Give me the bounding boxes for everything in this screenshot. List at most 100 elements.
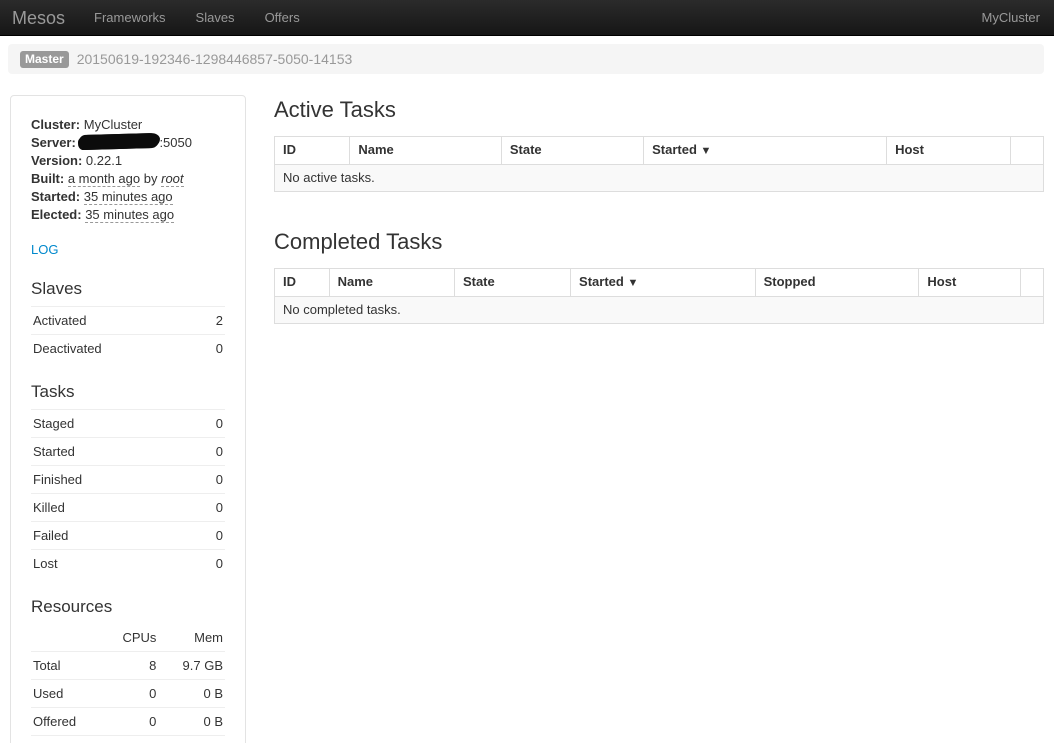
info-cluster-label: Cluster: [31, 117, 80, 132]
info-version-label: Version: [31, 153, 82, 168]
table-row: Deactivated 0 [31, 335, 225, 363]
main-content: Active Tasks ID Name State Started ▼ Hos… [274, 95, 1044, 324]
info-started-label: Started: [31, 189, 80, 204]
slaves-table: Activated 2 Deactivated 0 [31, 306, 225, 362]
info-started: Started: 35 minutes ago [31, 188, 225, 206]
table-header-row: ID Name State Started ▼ Stopped Host [275, 269, 1044, 297]
table-row: No active tasks. [275, 165, 1044, 192]
resources-total-mem: 9.7 GB [158, 652, 225, 680]
navbar: Mesos Frameworks Slaves Offers MyCluster [0, 0, 1054, 36]
resources-col-mem: Mem [158, 624, 225, 652]
table-row: Idle 8 9.7 GB [31, 736, 225, 743]
active-tasks-table: ID Name State Started ▼ Host No active t… [274, 136, 1044, 192]
breadcrumb: Master 20150619-192346-1298446857-5050-1… [8, 44, 1044, 74]
active-col-started-label: Started [652, 142, 697, 157]
active-col-name[interactable]: Name [350, 137, 501, 165]
master-badge: Master [20, 51, 69, 68]
resources-offered-label: Offered [31, 708, 102, 736]
info-version-value: 0.22.1 [86, 153, 122, 168]
info-cluster-value: MyCluster [84, 117, 143, 132]
slaves-activated-value: 2 [199, 307, 225, 335]
active-col-id[interactable]: ID [275, 137, 350, 165]
table-row: Lost 0 [31, 550, 225, 578]
info-version: Version: 0.22.1 [31, 152, 225, 170]
resources-col-cpus: CPUs [102, 624, 159, 652]
active-col-host[interactable]: Host [887, 137, 1011, 165]
completed-col-id[interactable]: ID [275, 269, 330, 297]
info-server-port: :5050 [159, 135, 192, 150]
table-row: Failed 0 [31, 522, 225, 550]
completed-col-stopped[interactable]: Stopped [755, 269, 919, 297]
resources-idle-label: Idle [31, 736, 102, 743]
resources-total-cpus: 8 [102, 652, 159, 680]
tasks-started-label: Started [31, 438, 191, 466]
tasks-started-value: 0 [191, 438, 225, 466]
info-cluster: Cluster: MyCluster [31, 116, 225, 134]
cluster-info: Cluster: MyCluster Server: :5050 Version… [31, 116, 225, 224]
page-container: Master 20150619-192346-1298446857-5050-1… [8, 44, 1044, 743]
slaves-heading: Slaves [31, 278, 225, 300]
table-row: CPUs Mem [31, 624, 225, 652]
info-started-value: 35 minutes ago [84, 189, 173, 205]
active-tasks-heading: Active Tasks [274, 96, 1044, 124]
server-address-redaction [79, 133, 159, 150]
info-built-label: Built: [31, 171, 64, 186]
tasks-staged-value: 0 [191, 410, 225, 438]
completed-col-name[interactable]: Name [329, 269, 454, 297]
completed-col-host[interactable]: Host [919, 269, 1021, 297]
resources-heading: Resources [31, 596, 225, 618]
resources-col-spacer [31, 624, 102, 652]
log-link[interactable]: LOG [31, 241, 58, 259]
info-elected: Elected: 35 minutes ago [31, 206, 225, 224]
active-tasks-section: Active Tasks ID Name State Started ▼ Hos… [274, 96, 1044, 192]
nav-item-slaves[interactable]: Slaves [181, 0, 250, 36]
info-elected-value: 35 minutes ago [85, 207, 174, 223]
completed-col-started-label: Started [579, 274, 624, 289]
info-server-label: Server: [31, 135, 76, 150]
slaves-deactivated-label: Deactivated [31, 335, 199, 363]
tasks-failed-label: Failed [31, 522, 191, 550]
table-row: Offered 0 0 B [31, 708, 225, 736]
tasks-heading: Tasks [31, 381, 225, 403]
tasks-finished-label: Finished [31, 466, 191, 494]
resources-used-mem: 0 B [158, 680, 225, 708]
tasks-failed-value: 0 [191, 522, 225, 550]
nav-item-offers[interactable]: Offers [250, 0, 315, 36]
sort-desc-icon: ▼ [701, 145, 712, 157]
table-row: Killed 0 [31, 494, 225, 522]
completed-tasks-section: Completed Tasks ID Name State Started ▼ … [274, 228, 1044, 324]
active-tasks-empty-message: No active tasks. [275, 165, 1044, 192]
navbar-cluster-name: MyCluster [981, 9, 1054, 27]
completed-tasks-empty-message: No completed tasks. [275, 297, 1044, 324]
table-row: Staged 0 [31, 410, 225, 438]
resources-offered-mem: 0 B [158, 708, 225, 736]
nav-item-frameworks[interactable]: Frameworks [79, 0, 181, 36]
brand-mesos-link[interactable]: Mesos [0, 9, 79, 27]
table-row: Started 0 [31, 438, 225, 466]
completed-tasks-table: ID Name State Started ▼ Stopped Host No … [274, 268, 1044, 324]
tasks-table: Staged 0 Started 0 Finished 0 Killed 0 [31, 409, 225, 577]
info-elected-label: Elected: [31, 207, 82, 222]
tasks-killed-value: 0 [191, 494, 225, 522]
table-row: Activated 2 [31, 307, 225, 335]
completed-col-state[interactable]: State [454, 269, 570, 297]
sort-desc-icon: ▼ [627, 277, 638, 289]
resources-idle-mem: 9.7 GB [158, 736, 225, 743]
table-row: Used 0 0 B [31, 680, 225, 708]
resources-table: CPUs Mem Total 8 9.7 GB Used 0 0 B [31, 624, 225, 743]
info-server: Server: :5050 [31, 134, 225, 152]
tasks-staged-label: Staged [31, 410, 191, 438]
tasks-lost-value: 0 [191, 550, 225, 578]
active-col-started[interactable]: Started ▼ [644, 137, 887, 165]
completed-tasks-heading: Completed Tasks [274, 228, 1044, 256]
active-col-state[interactable]: State [501, 137, 643, 165]
resources-used-label: Used [31, 680, 102, 708]
info-built-value: a month ago [68, 171, 140, 187]
slaves-deactivated-value: 0 [199, 335, 225, 363]
resources-idle-cpus: 8 [102, 736, 159, 743]
tasks-lost-label: Lost [31, 550, 191, 578]
resources-used-cpus: 0 [102, 680, 159, 708]
completed-col-started[interactable]: Started ▼ [571, 269, 756, 297]
table-row: Total 8 9.7 GB [31, 652, 225, 680]
completed-col-empty [1020, 269, 1043, 297]
